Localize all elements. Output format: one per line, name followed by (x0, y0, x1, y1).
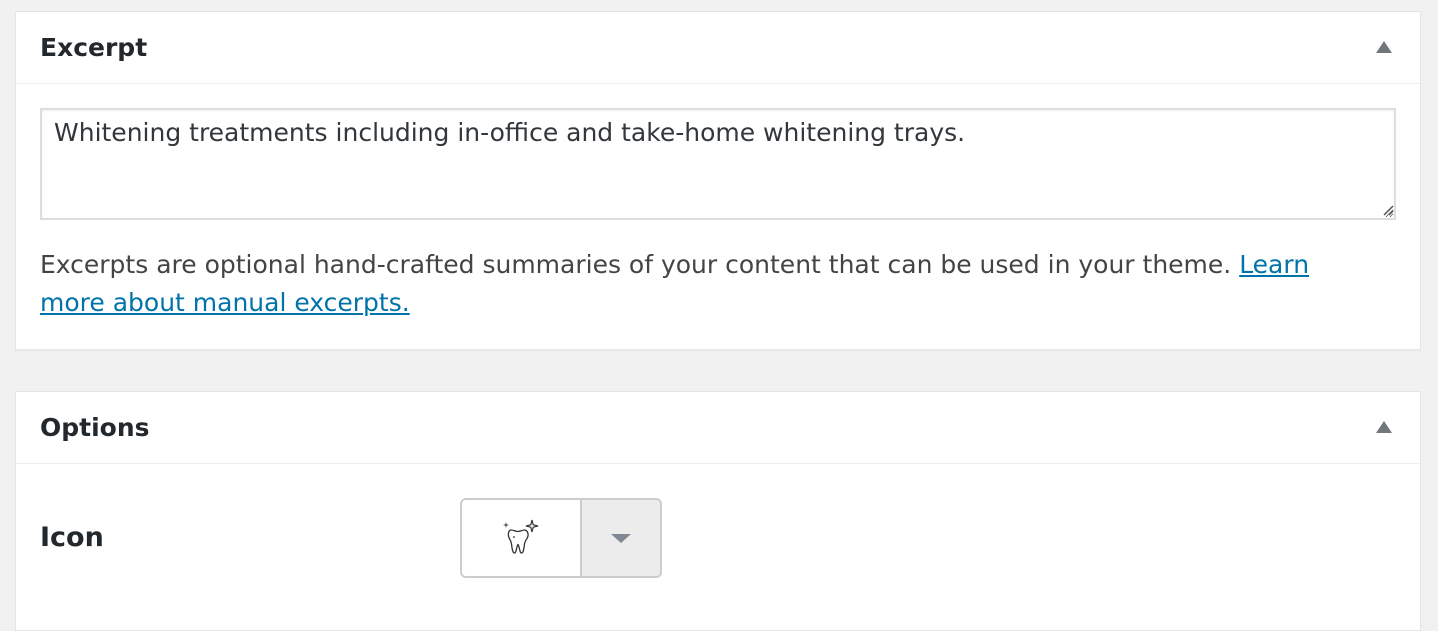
excerpt-description: Excerpts are optional hand-crafted summa… (40, 246, 1380, 322)
excerpt-description-text: Excerpts are optional hand-crafted summa… (40, 250, 1232, 279)
collapse-toggle-icon[interactable] (1376, 41, 1392, 53)
excerpt-panel-header[interactable]: Excerpt (16, 12, 1420, 84)
collapse-toggle-icon[interactable] (1376, 421, 1392, 433)
icon-picker[interactable] (460, 498, 662, 578)
options-panel: Options Icon (15, 391, 1421, 631)
icon-field-label: Icon (40, 522, 104, 553)
chevron-down-icon (611, 533, 631, 543)
options-panel-header[interactable]: Options (16, 392, 1420, 464)
resize-handle-icon[interactable] (1382, 204, 1394, 216)
excerpt-panel: Excerpt Whitening treatments including i… (15, 11, 1421, 350)
options-panel-title: Options (40, 413, 150, 442)
icon-dropdown-toggle[interactable] (582, 500, 660, 576)
excerpt-panel-title: Excerpt (40, 33, 148, 62)
tooth-sparkle-icon (503, 519, 539, 554)
icon-preview[interactable] (462, 500, 582, 576)
excerpt-textarea[interactable]: Whitening treatments including in-office… (40, 108, 1396, 220)
